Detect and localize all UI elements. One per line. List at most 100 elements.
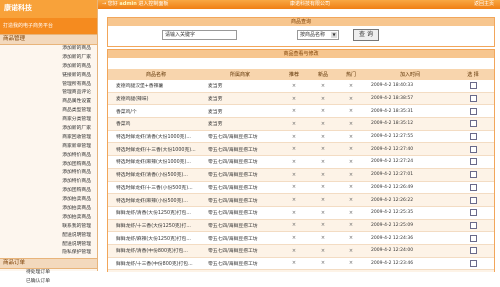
sidebar-goods-item[interactable]: 添加新的厂家 bbox=[0, 125, 97, 134]
cell-shop-name[interactable]: 零五七四/海鲜豆捞工坊 bbox=[204, 155, 276, 169]
row-select-checkbox[interactable] bbox=[469, 133, 477, 141]
sidebar-goods-item[interactable]: 添加团购商品 bbox=[0, 187, 97, 196]
table-row: 特选时鲜龙虾/清香(大份1000克)... 零五七四/海鲜豆捞工坊 × × × 2009-… bbox=[108, 130, 494, 144]
sidebar-goods-item[interactable]: 配送说明管理 bbox=[0, 241, 97, 250]
sidebar-goods-item[interactable]: 添加新的商品 bbox=[0, 63, 97, 72]
cell-shop-name[interactable]: 麦当劳 bbox=[204, 117, 276, 131]
cell-recommend-flag: × bbox=[276, 155, 312, 169]
row-select-checkbox[interactable] bbox=[469, 196, 477, 204]
cell-shop-name[interactable]: 零五七四/海鲜豆捞工坊 bbox=[204, 244, 276, 258]
row-select-checkbox[interactable] bbox=[469, 259, 477, 267]
sidebar-goods-item[interactable]: 商家分类管理 bbox=[0, 116, 97, 125]
sidebar-goods-item[interactable]: 管理商品评论 bbox=[0, 89, 97, 98]
cell-goods-name[interactable]: 鲜鲜龙虾/清香(大份1250克)打包... bbox=[108, 206, 204, 220]
sidebar-order-item[interactable]: 已确认订单 bbox=[0, 278, 97, 287]
cell-shop-name[interactable]: 麦当劳 bbox=[204, 80, 276, 93]
cell-shop-name[interactable]: 零五七四/海鲜豆捞工坊 bbox=[204, 231, 276, 245]
row-select-checkbox[interactable] bbox=[469, 82, 477, 90]
sidebar-goods-item[interactable]: 添加拍卖商品 bbox=[0, 214, 97, 223]
sidebar-goods-item[interactable]: 商家回收管理 bbox=[0, 134, 97, 143]
row-select-checkbox[interactable] bbox=[469, 171, 477, 179]
cell-goods-name[interactable]: 特选时鲜龙虾/清香(小份500克)... bbox=[108, 168, 204, 182]
cell-recommend-flag: × bbox=[276, 193, 312, 207]
cell-select bbox=[452, 168, 494, 182]
site-tagline: 打造我的电子商务平台 bbox=[0, 18, 97, 34]
row-select-checkbox[interactable] bbox=[469, 209, 477, 217]
cell-added-time: 2009-4-2 18:40:33 bbox=[368, 80, 452, 93]
row-select-checkbox[interactable] bbox=[469, 120, 477, 128]
cell-hot-flag: × bbox=[334, 219, 368, 233]
row-select-checkbox[interactable] bbox=[469, 145, 477, 153]
table-row: 香菜鸡 麦当劳 × × × 2009-4-2 18:35:12 bbox=[108, 117, 494, 131]
orders-menu: 待处理订单 已确认订单 bbox=[0, 269, 97, 287]
cell-added-time: 2009-4-2 12:27:55 bbox=[368, 130, 452, 144]
search-button[interactable]: 查 询 bbox=[353, 29, 379, 41]
col-header-time: 加入时间 bbox=[368, 69, 452, 80]
cell-shop-name[interactable]: 零五七四/海鲜豆捞工坊 bbox=[204, 219, 276, 233]
cell-recommend-flag: × bbox=[276, 219, 312, 233]
cell-shop-name[interactable]: 零五七四/海鲜豆捞工坊 bbox=[204, 193, 276, 207]
row-select-checkbox[interactable] bbox=[469, 234, 477, 242]
row-select-checkbox[interactable] bbox=[469, 221, 477, 229]
cell-goods-name[interactable]: 麦德鸡腿汉堡+香辣薯 bbox=[108, 80, 204, 93]
cell-shop-name[interactable]: 零五七四/海鲜豆捞工坊 bbox=[204, 181, 276, 195]
cell-goods-name[interactable]: 鲜鲜龙虾/清香(中份800克)打包... bbox=[108, 244, 204, 258]
home-link[interactable]: 返回主页 bbox=[474, 0, 494, 9]
sidebar-goods-item[interactable]: 添加特价商品 bbox=[0, 178, 97, 187]
cell-shop-name[interactable]: 零五七四/海鲜豆捞工坊 bbox=[204, 168, 276, 182]
search-input[interactable]: 请输入关键字 bbox=[162, 30, 237, 40]
sidebar-goods-item[interactable]: 管理所有商品 bbox=[0, 81, 97, 90]
sidebar-goods-item[interactable]: 隐私保护管理 bbox=[0, 249, 97, 258]
cell-select bbox=[452, 104, 494, 119]
menu-section-orders[interactable]: 商品订单 bbox=[0, 258, 97, 270]
cell-shop-name[interactable]: 零五七四/海鲜豆捞工坊 bbox=[204, 130, 276, 144]
cell-hot-flag: × bbox=[334, 231, 368, 245]
row-select-checkbox[interactable] bbox=[469, 247, 477, 255]
cell-shop-name[interactable]: 麦当劳 bbox=[204, 104, 276, 119]
cell-goods-name[interactable]: 香菜鸡 bbox=[108, 117, 204, 131]
sidebar-goods-item[interactable]: 添加新的厂家 bbox=[0, 54, 97, 63]
cell-goods-name[interactable]: 鲜鲜龙虾/十三香(大份1250克)打... bbox=[108, 219, 204, 233]
search-field-select[interactable]: 按商品名称 ▼ bbox=[297, 30, 339, 40]
username: admin bbox=[119, 1, 137, 7]
cell-shop-name[interactable]: 零五七四/海鲜豆捞工坊 bbox=[204, 257, 276, 271]
sidebar-goods-item[interactable]: 添加特价商品 bbox=[0, 169, 97, 178]
cell-goods-name[interactable]: 鲜鲜龙虾/十三香(中份800克)打包... bbox=[108, 257, 204, 271]
sidebar-goods-item[interactable]: 商家新单管理 bbox=[0, 143, 97, 152]
row-select-checkbox[interactable] bbox=[469, 95, 477, 103]
sidebar-goods-item[interactable]: 商品属性设置 bbox=[0, 98, 97, 107]
cell-select bbox=[452, 181, 494, 195]
sidebar-goods-item[interactable]: 添加拍卖商品 bbox=[0, 196, 97, 205]
table-row: 特选时鲜龙虾/清香(小份500克)... 零五七四/海鲜豆捞工坊 × × × 2009-4… bbox=[108, 168, 494, 182]
cell-goods-name[interactable]: 香菜鸡/个 bbox=[108, 104, 204, 119]
row-select-checkbox[interactable] bbox=[469, 158, 477, 166]
cell-new-flag: × bbox=[312, 231, 334, 245]
sidebar-goods-item[interactable]: 联系我的管理 bbox=[0, 223, 97, 232]
menu-section-goods[interactable]: 商品管理 bbox=[0, 34, 97, 45]
table-row: 特选时鲜龙虾/麻辣(小份500克)... 零五七四/海鲜豆捞工坊 × × × 2009-4… bbox=[108, 193, 494, 207]
cell-goods-name[interactable]: 特选时鲜龙虾/清香(大份1000克)... bbox=[108, 130, 204, 144]
sidebar-goods-item[interactable]: 添加特价商品 bbox=[0, 152, 97, 161]
cell-added-time: 2009-4-2 12:26:49 bbox=[368, 181, 452, 195]
cell-goods-name[interactable]: 特选时鲜龙虾/麻辣(小份500克)... bbox=[108, 193, 204, 207]
sidebar-goods-item[interactable]: 添加新的商品 bbox=[0, 45, 97, 54]
cell-shop-name[interactable]: 零五七四/海鲜豆捞工坊 bbox=[204, 206, 276, 220]
cell-hot-flag: × bbox=[334, 155, 368, 169]
cell-select bbox=[452, 257, 494, 271]
cell-shop-name[interactable]: 麦当劳 bbox=[204, 92, 276, 106]
table-row: 特选时鲜龙虾/十三香(小份500克)... 零五七四/海鲜豆捞工坊 × × × 2009-… bbox=[108, 181, 494, 195]
cell-goods-name[interactable]: 鲜鲜龙虾/麻辣(大份1250克)打包... bbox=[108, 231, 204, 245]
cell-goods-name[interactable]: 特选时鲜龙虾/麻辣(大份1000克)... bbox=[108, 155, 204, 169]
row-select-checkbox[interactable] bbox=[469, 183, 477, 191]
cell-shop-name[interactable]: 零五七四/海鲜豆捞工坊 bbox=[204, 142, 276, 157]
sidebar-goods-item[interactable]: 添加团购商品 bbox=[0, 161, 97, 170]
cell-goods-name[interactable]: 特选时鲜龙虾/十三香(大份1000克)... bbox=[108, 142, 204, 157]
sidebar-goods-item[interactable]: 链接新的商品 bbox=[0, 72, 97, 81]
sidebar-goods-item[interactable]: 配送说明管理 bbox=[0, 232, 97, 241]
sidebar-goods-item[interactable]: 添加拍卖商品 bbox=[0, 205, 97, 214]
cell-goods-name[interactable]: 麦德鸡腿(辣味) bbox=[108, 92, 204, 106]
sidebar-goods-item[interactable]: 商品类型管理 bbox=[0, 107, 97, 116]
row-select-checkbox[interactable] bbox=[469, 107, 477, 115]
welcome-prefix: → 您好 bbox=[102, 1, 118, 7]
cell-goods-name[interactable]: 特选时鲜龙虾/十三香(小份500克)... bbox=[108, 181, 204, 195]
